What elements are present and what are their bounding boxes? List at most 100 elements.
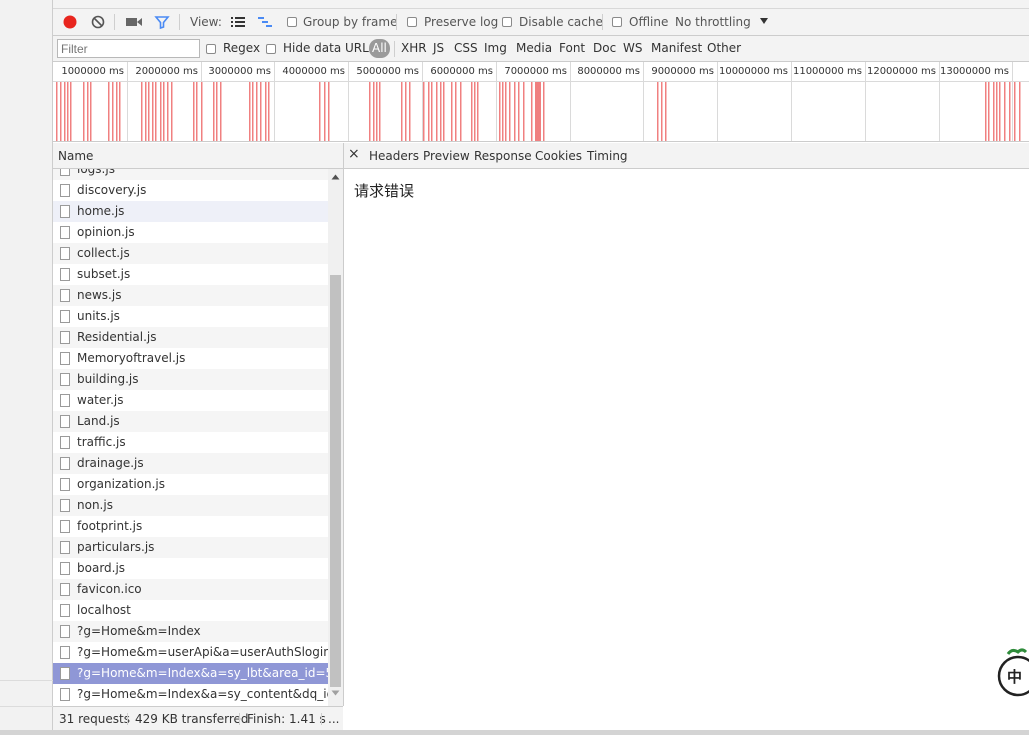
type-filter-all[interactable]: All [369, 39, 390, 58]
request-name: Land.js [77, 414, 120, 428]
scrollbar-thumb[interactable] [330, 275, 341, 687]
timeline-overview[interactable]: 1000000 ms 2000000 ms 3000000 ms 4000000 ms… [53, 62, 1029, 142]
request-row[interactable]: localhost [53, 600, 328, 621]
request-row[interactable]: discovery.js [53, 180, 328, 201]
scroll-down-icon[interactable] [331, 690, 340, 696]
type-filter-js[interactable]: JS [433, 41, 444, 55]
regex-checkbox[interactable] [206, 44, 216, 54]
type-filter-xhr[interactable]: XHR [401, 41, 427, 55]
timeline-request-bar [67, 82, 69, 141]
request-row[interactable]: ?g=Home&m=Index&a=sy_content&dq_id=51 [53, 684, 328, 705]
request-name: drainage.js [77, 456, 144, 470]
disable-cache-checkbox[interactable] [502, 17, 512, 27]
waterfall-view-icon[interactable] [257, 15, 273, 29]
name-column-header[interactable]: Name [53, 143, 343, 169]
request-row[interactable]: favicon.ico [53, 579, 328, 600]
request-row[interactable]: board.js [53, 558, 328, 579]
tab-headers[interactable]: Headers [369, 149, 419, 163]
timeline-request-bar [171, 82, 173, 141]
request-row[interactable]: subset.js [53, 264, 328, 285]
floating-ime-widget[interactable]: 中 [996, 648, 1029, 700]
close-icon[interactable]: × [348, 146, 360, 162]
request-row[interactable]: logs.js [53, 169, 328, 180]
request-row[interactable]: opinion.js [53, 222, 328, 243]
request-row[interactable]: non.js [53, 495, 328, 516]
request-row[interactable]: building.js [53, 369, 328, 390]
separator [127, 713, 128, 725]
request-row[interactable]: home.js [53, 201, 328, 222]
separator [321, 713, 322, 725]
type-filter-manifest[interactable]: Manifest [651, 41, 702, 55]
type-filter-other[interactable]: Other [707, 41, 741, 55]
request-row[interactable]: water.js [53, 390, 328, 411]
tab-preview[interactable]: Preview [423, 149, 470, 163]
pane-divider[interactable] [343, 143, 344, 706]
request-row[interactable]: Residential.js [53, 327, 328, 348]
timeline-request-bar [535, 82, 541, 141]
filter-input[interactable] [57, 39, 200, 58]
timeline-request-bar [661, 82, 663, 141]
timeline-request-bar [409, 82, 411, 141]
request-row[interactable]: collect.js [53, 243, 328, 264]
group-by-frame-checkbox[interactable] [287, 17, 297, 27]
timeline-request-bar [401, 82, 403, 141]
chevron-down-icon[interactable] [759, 17, 769, 25]
type-filter-img[interactable]: Img [484, 41, 507, 55]
timeline-request-bar [167, 82, 169, 141]
timeline-request-bar [471, 82, 473, 141]
request-row[interactable]: ?g=Home&m=Index [53, 621, 328, 642]
file-icon [60, 289, 70, 302]
timeline-request-bar [514, 82, 516, 141]
network-toolbar: View: Group by frame Preserve log Disabl… [53, 9, 1029, 36]
file-icon [60, 541, 70, 554]
clear-icon[interactable] [90, 14, 106, 30]
type-filter-doc[interactable]: Doc [593, 41, 616, 55]
request-name: board.js [77, 561, 126, 575]
separator [239, 713, 240, 725]
offline-checkbox[interactable] [612, 17, 622, 27]
type-filter-ws[interactable]: WS [623, 41, 642, 55]
request-name: particulars.js [77, 540, 155, 554]
type-filter-css[interactable]: CSS [454, 41, 478, 55]
request-row[interactable]: organization.js [53, 474, 328, 495]
timeline-request-bar [249, 82, 251, 141]
request-row[interactable]: particulars.js [53, 537, 328, 558]
type-filter-media[interactable]: Media [516, 41, 552, 55]
timeline-request-bar [379, 82, 381, 141]
request-row[interactable]: news.js [53, 285, 328, 306]
type-filter-font[interactable]: Font [559, 41, 585, 55]
preserve-log-checkbox[interactable] [407, 17, 417, 27]
file-icon [60, 646, 70, 659]
timeline-request-bar [423, 82, 425, 141]
request-name: opinion.js [77, 225, 135, 239]
request-row[interactable]: units.js [53, 306, 328, 327]
timeline-request-bar [460, 82, 462, 141]
tab-timing[interactable]: Timing [587, 149, 628, 163]
request-count: 31 requests [59, 712, 130, 726]
record-icon[interactable] [62, 14, 78, 30]
request-row[interactable]: drainage.js [53, 453, 328, 474]
tab-response[interactable]: Response [474, 149, 532, 163]
camera-icon[interactable] [125, 15, 143, 29]
request-name: logs.js [77, 169, 115, 176]
filter-icon[interactable] [154, 14, 170, 30]
throttling-select[interactable]: No throttling [675, 15, 751, 29]
hide-data-urls-checkbox[interactable] [266, 44, 276, 54]
request-row[interactable]: footprint.js [53, 516, 328, 537]
timeline-request-bar [1019, 82, 1021, 141]
separator [394, 41, 395, 57]
separator [179, 14, 180, 30]
request-row[interactable]: ?g=Home&m=Index&a=sy_lbt&area_id=51 [53, 663, 328, 684]
request-row[interactable]: ?g=Home&m=userApi&a=userAuthSlogin [53, 642, 328, 663]
request-row[interactable]: Land.js [53, 411, 328, 432]
tab-cookies[interactable]: Cookies [535, 149, 582, 163]
scroll-up-icon[interactable] [331, 174, 340, 180]
timeline-request-bar [373, 82, 375, 141]
file-icon [60, 667, 70, 680]
file-icon [60, 352, 70, 365]
list-view-icon[interactable] [230, 15, 246, 29]
timeline-request-bar [193, 82, 195, 141]
request-row[interactable]: traffic.js [53, 432, 328, 453]
request-row[interactable]: Memoryoftravel.js [53, 348, 328, 369]
timeline-request-bar [376, 82, 378, 141]
